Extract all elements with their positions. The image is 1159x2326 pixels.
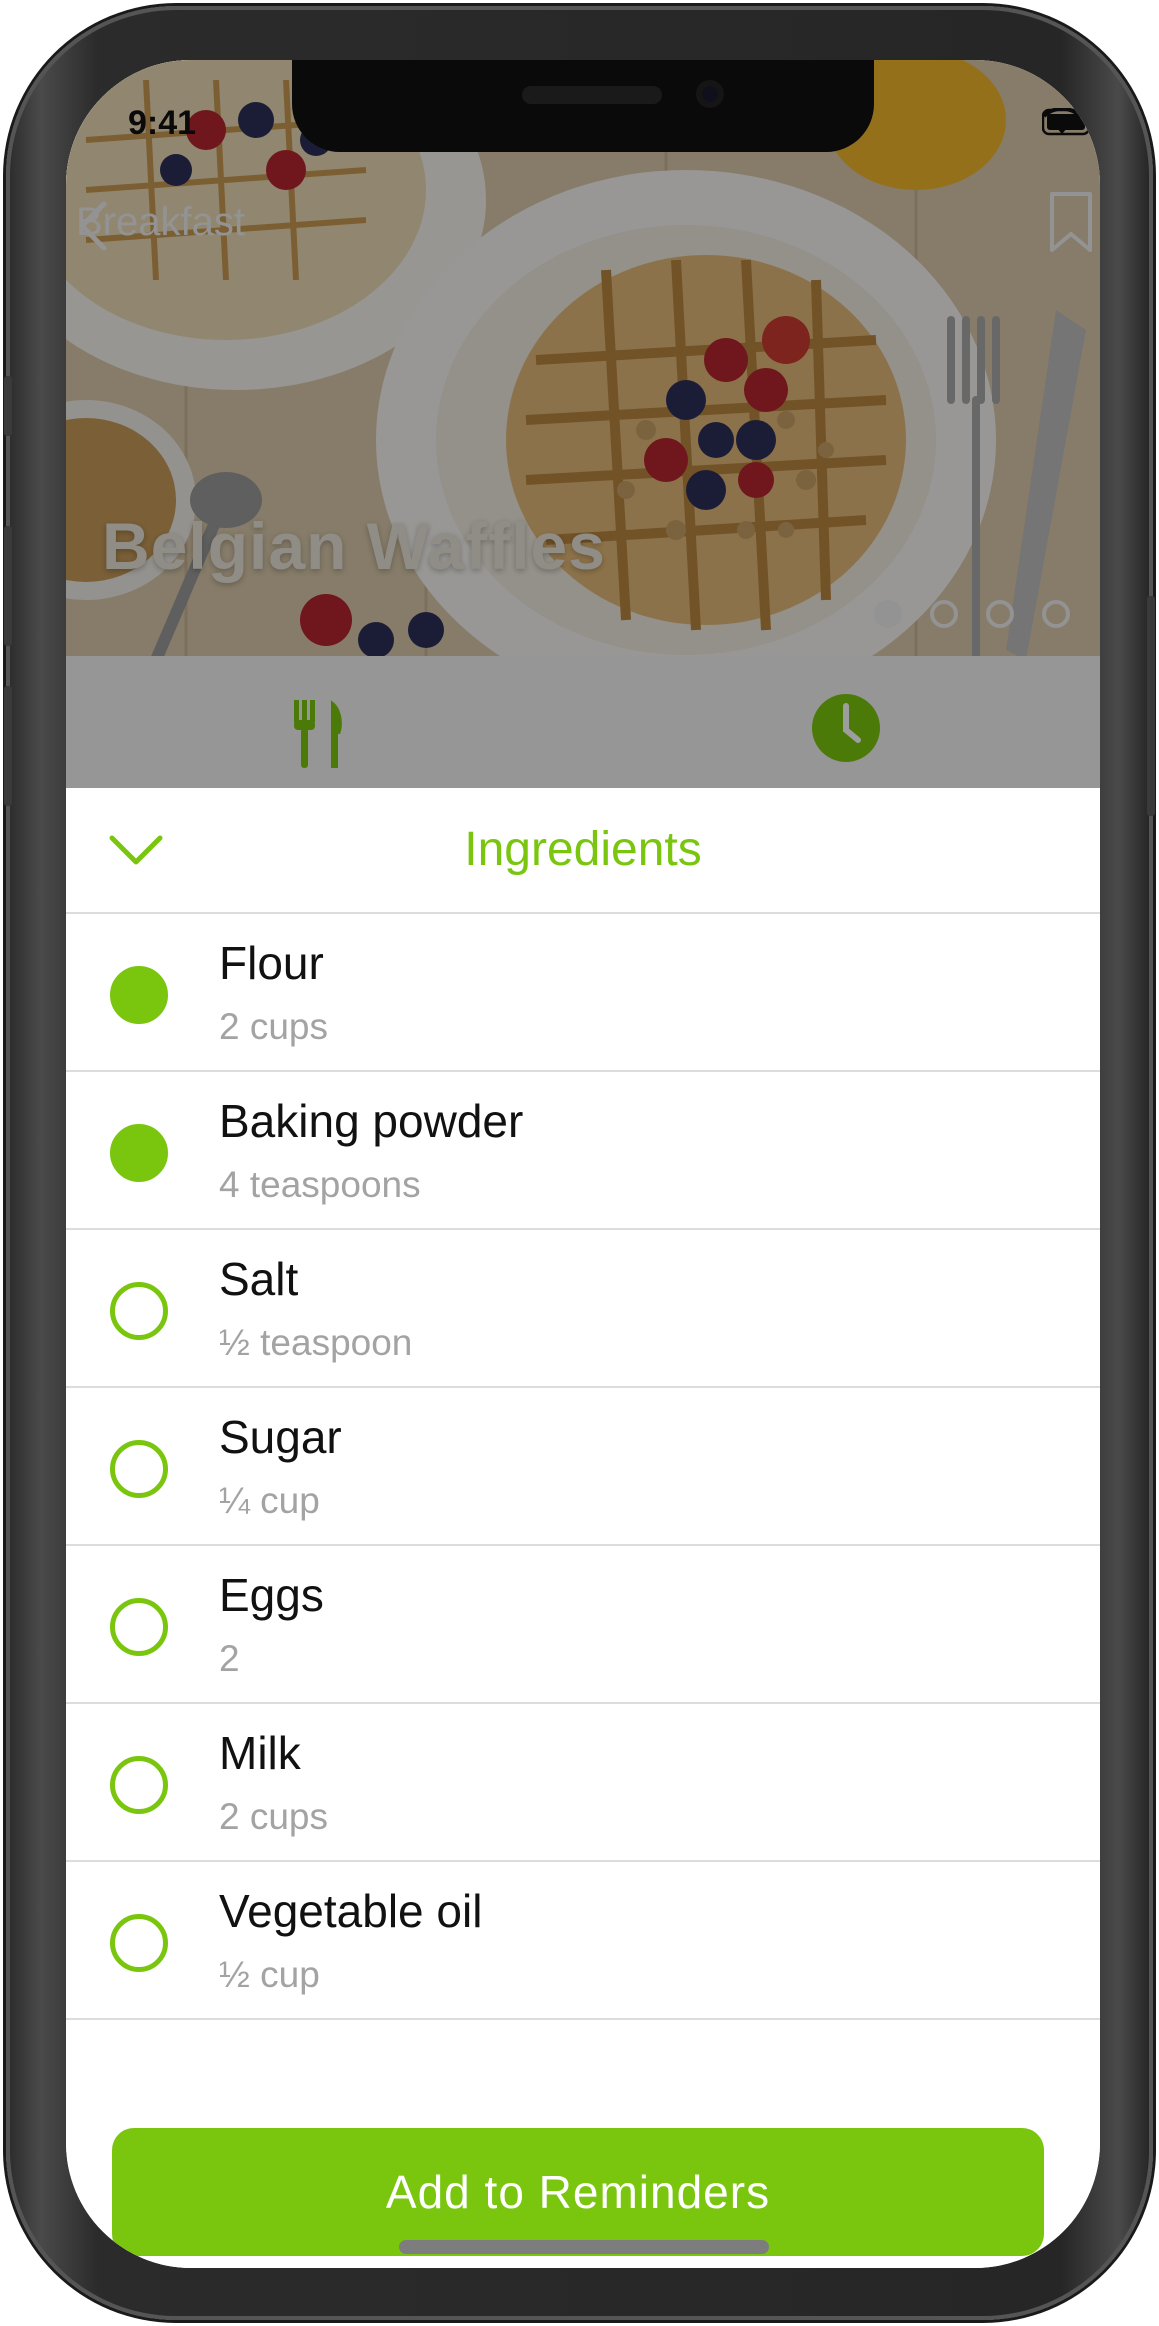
ingredient-quantity: 2 cups (219, 1006, 329, 1047)
phone-frame: 9:41 Breakfast Belgian Waffles Ingredien… (4, 6, 1155, 2320)
list-item[interactable]: Baking powder 4 teaspoons (66, 1072, 1100, 1230)
ingredients-sheet: Ingredients Flour 2 cups Baking powder 4… (66, 788, 1100, 2268)
ingredient-name: Flour (219, 937, 324, 989)
ingredient-checkbox[interactable] (110, 1440, 168, 1498)
ingredient-name: Baking powder (219, 1095, 524, 1147)
ingredient-name: Vegetable oil (219, 1885, 483, 1937)
home-indicator[interactable] (399, 2240, 769, 2254)
ingredient-checkbox[interactable] (110, 1756, 168, 1814)
ingredient-checkbox[interactable] (110, 1282, 168, 1340)
screen: 9:41 Breakfast Belgian Waffles Ingredien… (66, 60, 1100, 2268)
silent-switch (4, 376, 12, 436)
ingredient-name: Eggs (219, 1569, 324, 1621)
ingredient-checkbox[interactable] (110, 1124, 168, 1182)
ingredient-list: Flour 2 cups Baking powder 4 teaspoons S… (66, 914, 1100, 2020)
list-item[interactable]: Milk 2 cups (66, 1704, 1100, 1862)
ingredient-quantity: 2 (219, 1638, 240, 1679)
ingredient-quantity: 2 cups (219, 1796, 329, 1837)
ingredient-checkbox[interactable] (110, 966, 168, 1024)
list-item[interactable]: Eggs 2 (66, 1546, 1100, 1704)
ingredient-quantity: 4 teaspoons (219, 1164, 421, 1205)
ingredient-quantity: ½ teaspoon (219, 1322, 413, 1363)
sheet-header: Ingredients (66, 788, 1100, 914)
ingredient-checkbox[interactable] (110, 1914, 168, 1972)
list-item[interactable]: Salt ½ teaspoon (66, 1230, 1100, 1388)
ingredient-name: Salt (219, 1253, 299, 1305)
volume-up-button (4, 526, 12, 646)
list-item[interactable]: Vegetable oil ½ cup (66, 1862, 1100, 2020)
ingredient-quantity: ½ cup (219, 1954, 320, 1995)
sheet-title: Ingredients (464, 823, 702, 876)
ingredient-quantity: ¼ cup (219, 1480, 320, 1521)
list-item[interactable]: Flour 2 cups (66, 914, 1100, 1072)
ingredient-checkbox[interactable] (110, 1598, 168, 1656)
add-to-reminders-button[interactable]: Add to Reminders (112, 2128, 1044, 2256)
volume-down-button (4, 686, 12, 806)
power-button (1147, 596, 1155, 816)
ingredient-name: Milk (219, 1727, 301, 1779)
ingredient-name: Sugar (219, 1411, 342, 1463)
list-item[interactable]: Sugar ¼ cup (66, 1388, 1100, 1546)
